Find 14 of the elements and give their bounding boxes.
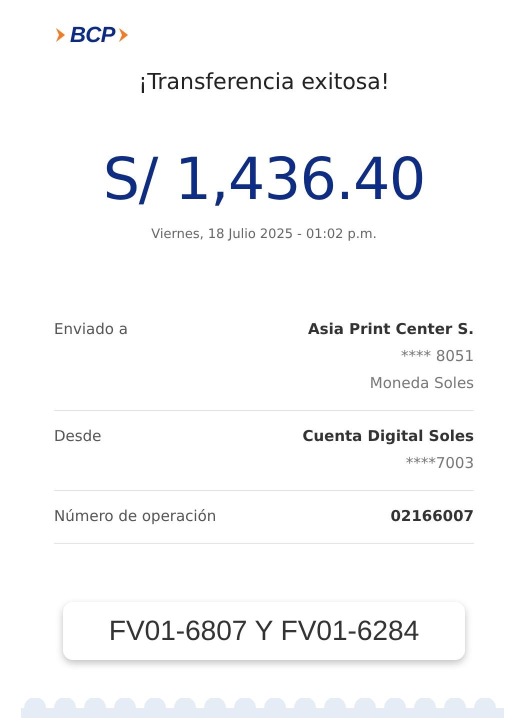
date-time: Viernes, 18 Julio 2025 - 01:02 p.m. — [150, 227, 378, 242]
detail-label: Enviado a — [54, 320, 128, 340]
bank-logo: BCP — [70, 22, 115, 48]
detail-value: 02166007 — [390, 507, 474, 525]
success-title: ¡Transferencia exitosa! — [137, 70, 391, 95]
detail-label: Desde — [54, 427, 102, 447]
detail-value: Moneda Soles — [370, 374, 474, 392]
detail-value: Cuenta Digital Soles — [302, 427, 474, 445]
detail-label: Número de operación — [54, 507, 216, 525]
amount: S/ 1,436.40 — [102, 145, 426, 213]
detail-value: Asia Print Center S. — [308, 320, 474, 338]
detail-value: **** 8051 — [401, 347, 474, 365]
note-label: FV01-6807 Y FV01-6284 — [63, 602, 465, 660]
detail-value: ****7003 — [406, 454, 474, 472]
